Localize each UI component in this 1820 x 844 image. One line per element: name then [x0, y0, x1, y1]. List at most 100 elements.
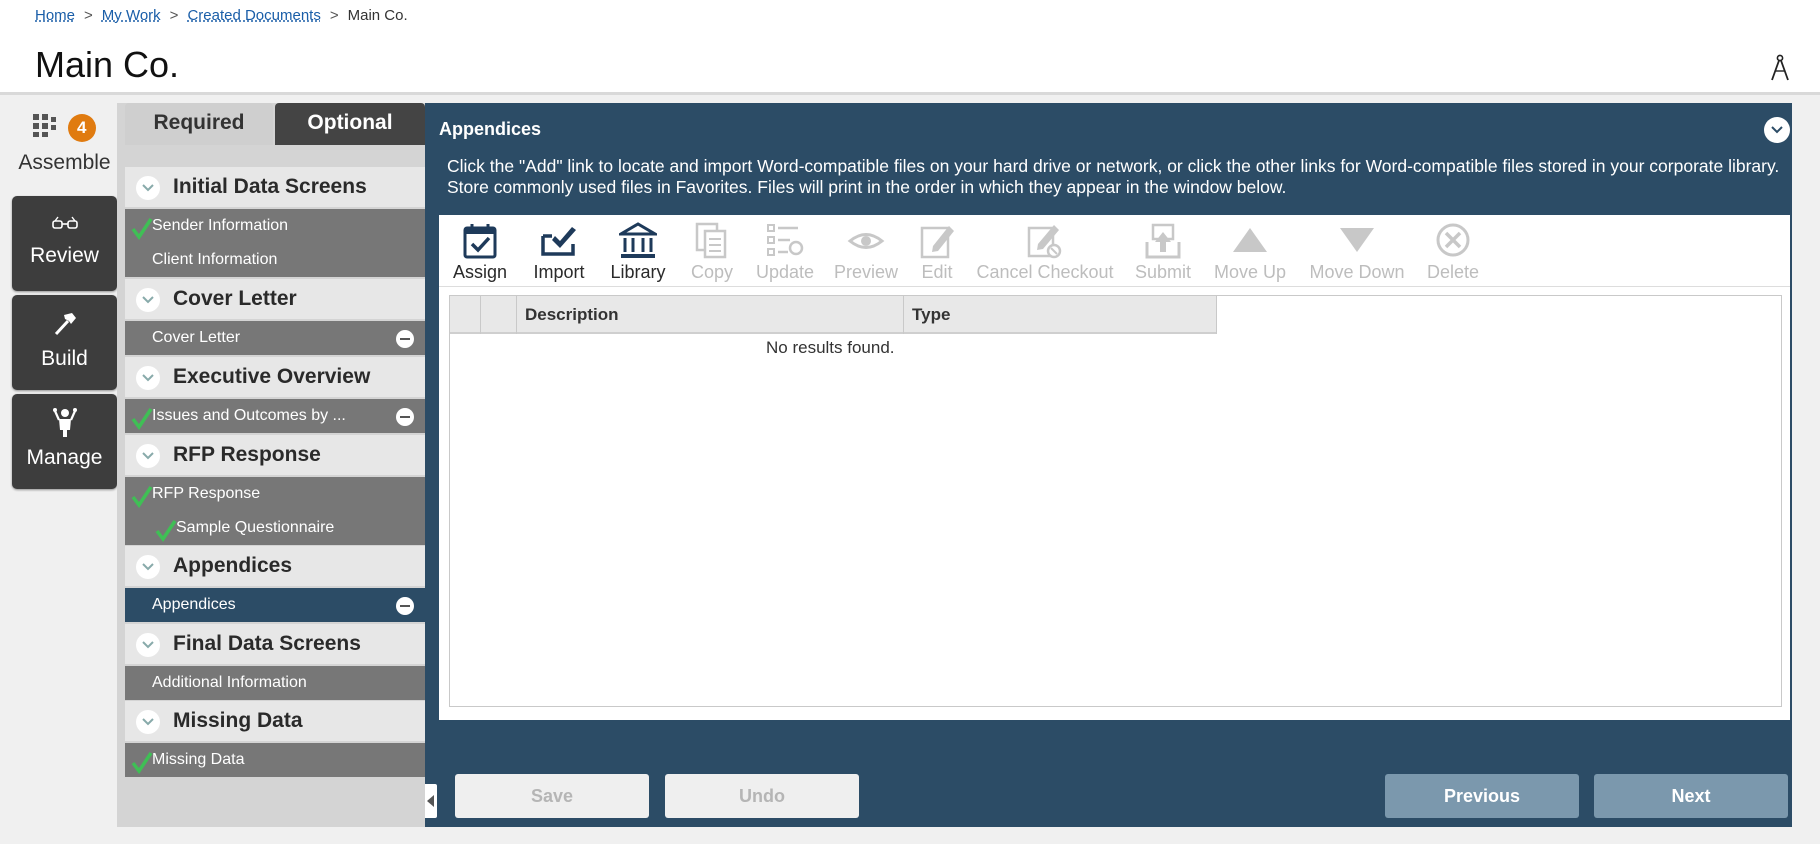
tab-optional[interactable]: Optional	[275, 103, 425, 145]
update-button[interactable]: Update	[755, 222, 815, 283]
breadcrumb-separator: >	[84, 7, 93, 24]
breadcrumb-home-link[interactable]: Home	[35, 7, 75, 24]
hammer-icon	[52, 311, 78, 337]
section-item-label: Cover Letter	[152, 329, 241, 346]
nav-manage-label: Manage	[26, 446, 103, 469]
checkmark-icon	[131, 406, 153, 431]
panel-title: Appendices	[439, 119, 542, 139]
breadcrumb-current: Main Co.	[347, 7, 408, 24]
assign-button[interactable]: Assign	[449, 222, 511, 283]
checkmark-icon	[155, 518, 177, 543]
section-header-appendices[interactable]: Appendices	[125, 546, 425, 586]
remove-icon[interactable]	[396, 330, 414, 348]
edit-label: Edit	[921, 262, 953, 282]
chevron-down-icon	[136, 288, 160, 312]
edit-pencil-icon	[917, 222, 957, 260]
chevron-down-icon	[136, 176, 160, 200]
submit-upload-icon	[1133, 222, 1193, 260]
submit-button[interactable]: Submit	[1133, 222, 1193, 283]
previous-button[interactable]: Previous	[1385, 774, 1579, 818]
update-list-icon	[755, 222, 815, 260]
remove-icon[interactable]	[396, 597, 414, 615]
breadcrumb: Home > My Work > Created Documents > Main Co.	[35, 7, 408, 24]
section-item-label: Sender Information	[152, 217, 289, 234]
cancel-checkout-button[interactable]: Cancel Checkout	[975, 222, 1115, 283]
no-results-message: No results found.	[766, 338, 895, 357]
delete-label: Delete	[1426, 262, 1480, 282]
nav-assemble-label: Assemble	[18, 151, 111, 174]
section-title: Executive Overview	[173, 365, 371, 388]
nav-build[interactable]: Build	[12, 295, 117, 390]
collapse-panel-button[interactable]	[1764, 117, 1790, 143]
document-toolbar: Assign Import Library Copy Update Previe…	[439, 215, 1790, 287]
grid-header-select[interactable]	[450, 296, 481, 334]
undo-button[interactable]: Undo	[665, 774, 859, 818]
section-header-rfp-response[interactable]: RFP Response	[125, 435, 425, 475]
section-item-label: RFP Response	[152, 485, 261, 502]
checkmark-icon	[131, 216, 153, 241]
grid-apps-icon	[33, 113, 59, 142]
section-item-label: Sample Questionnaire	[176, 519, 335, 536]
cancel-checkout-icon	[975, 222, 1115, 260]
section-item-sender-information[interactable]: Sender Information	[125, 209, 425, 243]
section-item-appendices[interactable]: Appendices	[125, 588, 425, 622]
appendices-panel: Appendices Click the "Add" link to locat…	[425, 103, 1792, 827]
nav-review[interactable]: Review	[12, 196, 117, 291]
section-item-missing-data[interactable]: Missing Data	[125, 743, 425, 777]
team-people-icon	[52, 406, 78, 438]
compass-icon[interactable]	[1769, 54, 1791, 82]
section-item-additional-information[interactable]: Additional Information	[125, 666, 425, 700]
section-item-client-information[interactable]: Client Information	[125, 243, 425, 277]
nav-assemble[interactable]: 4 Assemble	[12, 105, 117, 191]
section-header-cover-letter[interactable]: Cover Letter	[125, 279, 425, 319]
nav-build-label: Build	[41, 347, 88, 370]
section-title: Missing Data	[173, 709, 303, 732]
import-button[interactable]: Import	[529, 222, 589, 283]
delete-button[interactable]: Delete	[1425, 222, 1481, 283]
import-tray-icon	[529, 222, 589, 260]
copy-label: Copy	[690, 262, 734, 282]
preview-label: Preview	[833, 262, 899, 282]
section-item-rfp-response[interactable]: RFP Response	[125, 477, 425, 511]
move-up-button[interactable]: Move Up	[1211, 222, 1289, 283]
breadcrumb-my-work-link[interactable]: My Work	[102, 7, 161, 24]
move-down-button[interactable]: Move Down	[1307, 222, 1407, 283]
section-item-cover-letter[interactable]: Cover Letter	[125, 321, 425, 355]
calendar-check-icon	[449, 222, 511, 260]
appendices-grid: Description Type No results found.	[449, 295, 1782, 707]
section-header-final-data-screens[interactable]: Final Data Screens	[125, 624, 425, 664]
section-item-sample-questionnaire[interactable]: Sample Questionnaire	[125, 511, 425, 545]
section-item-issues-and-outcomes[interactable]: Issues and Outcomes by ...	[125, 399, 425, 433]
column-header-type[interactable]: Type	[904, 296, 1217, 334]
sidebar-collapse-toggle[interactable]	[425, 784, 437, 818]
breadcrumb-separator: >	[169, 7, 179, 24]
section-header-initial-data-screens[interactable]: Initial Data Screens	[125, 167, 425, 207]
section-header-missing-data[interactable]: Missing Data	[125, 701, 425, 741]
preview-button[interactable]: Preview	[833, 222, 899, 283]
column-header-description[interactable]: Description	[517, 296, 904, 334]
section-navigator: Required Optional Initial Data Screens S…	[117, 103, 425, 827]
grid-header-status[interactable]	[481, 296, 517, 334]
edit-button[interactable]: Edit	[917, 222, 957, 283]
save-button[interactable]: Save	[455, 774, 649, 818]
copy-button[interactable]: Copy	[687, 222, 737, 283]
section-title: RFP Response	[173, 443, 321, 466]
panel-instructions: Click the "Add" link to locate and impor…	[447, 156, 1780, 197]
section-header-executive-overview[interactable]: Executive Overview	[125, 357, 425, 397]
library-button[interactable]: Library	[607, 222, 669, 283]
triangle-up-icon	[1211, 222, 1289, 260]
next-button[interactable]: Next	[1594, 774, 1788, 818]
section-item-label: Missing Data	[152, 751, 245, 768]
checkmark-icon	[131, 750, 153, 775]
nav-manage[interactable]: Manage	[12, 394, 117, 489]
section-item-label: Additional Information	[152, 674, 307, 691]
grid-header: Description Type	[450, 296, 1217, 334]
section-title: Initial Data Screens	[173, 175, 367, 198]
breadcrumb-created-documents-link[interactable]: Created Documents	[187, 7, 320, 24]
glasses-icon	[51, 216, 78, 230]
page-title: Main Co.	[35, 44, 180, 85]
section-item-label: Client Information	[152, 251, 278, 268]
tab-required[interactable]: Required	[125, 103, 273, 145]
remove-icon[interactable]	[396, 408, 414, 426]
copy-icon	[687, 222, 737, 260]
